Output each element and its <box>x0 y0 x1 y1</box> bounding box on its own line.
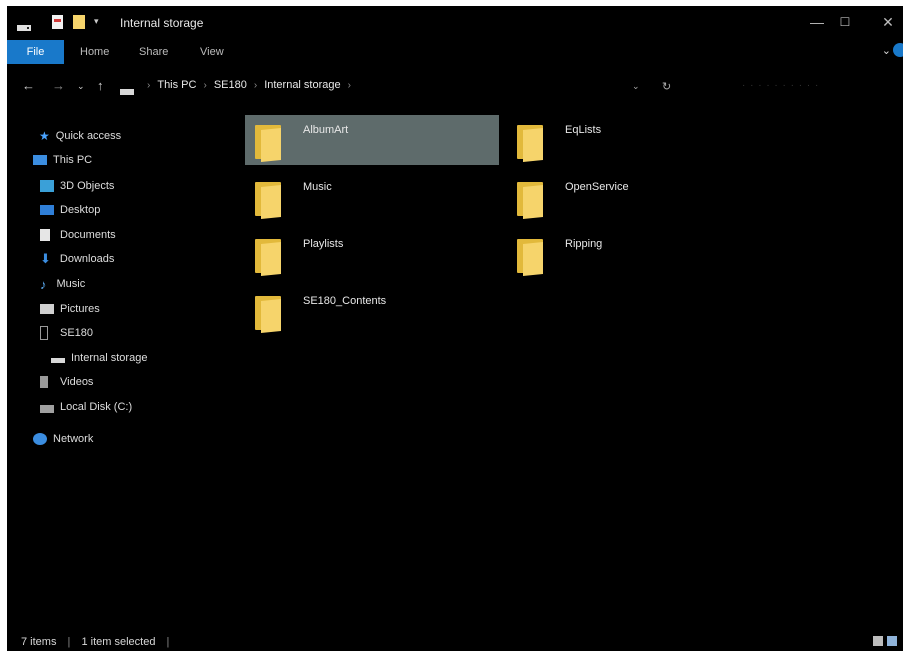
drive-icon[interactable] <box>17 19 31 37</box>
network-icon <box>33 433 47 445</box>
chevron-right-icon[interactable]: › <box>254 80 257 91</box>
title-bar: ▾ Internal storage — ☐ ✕ <box>7 6 903 38</box>
refresh-icon[interactable]: ↻ <box>662 80 671 93</box>
folder-icon <box>517 125 543 163</box>
back-arrow-icon[interactable]: ← <box>22 78 35 93</box>
item-count: 7 items <box>21 636 57 648</box>
sidebar-item-3d-objects[interactable]: 3D Objects <box>40 177 114 195</box>
address-dropdown-icon[interactable]: ⌄ <box>632 81 640 92</box>
sidebar-item-this-pc[interactable]: This PC <box>33 151 92 169</box>
sidebar-item-videos[interactable]: Videos <box>40 373 93 391</box>
local-disk-icon <box>40 404 54 413</box>
sidebar-item-downloads[interactable]: ⬇ Downloads <box>40 250 114 268</box>
sidebar-item-documents[interactable]: Documents <box>40 226 116 244</box>
view-toggle <box>873 636 897 646</box>
star-icon: ★ <box>39 129 50 143</box>
sidebar-item-internal-storage[interactable]: Internal storage <box>51 349 147 367</box>
folder-item[interactable]: Playlists <box>245 229 499 279</box>
tab-home[interactable]: Home <box>80 40 109 64</box>
folder-icon <box>255 125 281 163</box>
videos-icon <box>40 376 48 388</box>
3d-objects-icon <box>40 180 54 192</box>
properties-icon[interactable] <box>52 15 63 34</box>
chevron-right-icon[interactable]: › <box>147 80 150 91</box>
up-arrow-icon[interactable]: ↑ <box>97 78 104 93</box>
folder-icon <box>255 296 281 334</box>
status-bar: 7 items | 1 item selected | <box>21 636 170 648</box>
sidebar-item-pictures[interactable]: Pictures <box>40 300 100 318</box>
folder-item[interactable]: EqLists <box>507 115 761 165</box>
details-view-icon[interactable] <box>873 636 883 646</box>
new-folder-icon[interactable] <box>73 15 85 34</box>
large-icons-view-icon[interactable] <box>887 636 897 646</box>
folder-icon <box>255 239 281 277</box>
chevron-right-icon[interactable]: › <box>203 80 206 91</box>
expand-ribbon-icon[interactable]: ⌄ <box>882 44 891 57</box>
folder-icon <box>517 182 543 220</box>
sidebar-item-desktop[interactable]: Desktop <box>40 201 100 219</box>
recent-locations-icon[interactable]: ⌄ <box>77 81 85 92</box>
tab-view[interactable]: View <box>200 40 224 64</box>
maximize-button[interactable]: ☐ <box>822 6 868 38</box>
chevron-right-icon[interactable]: › <box>348 80 351 91</box>
sidebar-item-local-disk[interactable]: Local Disk (C:) <box>40 398 132 416</box>
explorer-window: ▾ Internal storage — ☐ ✕ File Home Share… <box>7 6 903 651</box>
sidebar-item-quick-access[interactable]: ★ Quick access <box>39 127 121 145</box>
ribbon-tabs: File Home Share View ⌄ <box>7 40 903 64</box>
customize-quick-access-icon[interactable]: ▾ <box>94 16 99 27</box>
search-input[interactable]: · · · · · · · · · · <box>742 80 819 91</box>
this-pc-icon <box>33 155 47 165</box>
window-title: Internal storage <box>120 16 204 30</box>
folder-icon <box>517 239 543 277</box>
forward-arrow-icon[interactable]: → <box>52 78 65 93</box>
folder-item[interactable]: AlbumArt <box>245 115 499 165</box>
folder-item[interactable]: OpenService <box>507 172 761 222</box>
selection-count: 1 item selected <box>81 636 156 648</box>
folder-item[interactable]: Ripping <box>507 229 761 279</box>
music-icon: ♪ <box>40 276 47 292</box>
crumb-internal-storage[interactable]: Internal storage <box>264 79 340 91</box>
sidebar-item-music[interactable]: ♪ Music <box>40 275 85 293</box>
help-icon[interactable] <box>893 43 903 57</box>
desktop-icon <box>40 205 54 215</box>
navigation-bar: ← → ⌄ ↑ › This PC › SE180 › Internal sto… <box>7 72 903 100</box>
close-button[interactable]: ✕ <box>865 6 903 38</box>
drive-icon <box>51 357 65 363</box>
downloads-icon: ⬇ <box>40 251 51 266</box>
pictures-icon <box>40 304 54 314</box>
folder-item[interactable]: SE180_Contents <box>245 286 499 336</box>
tab-share[interactable]: Share <box>139 40 168 64</box>
folder-icon <box>255 182 281 220</box>
sidebar-item-se180[interactable]: SE180 <box>40 324 93 342</box>
sidebar-item-network[interactable]: Network <box>33 430 93 448</box>
crumb-this-pc[interactable]: This PC <box>157 79 196 91</box>
device-icon <box>40 326 48 340</box>
drive-icon <box>120 84 134 99</box>
crumb-se180[interactable]: SE180 <box>214 79 247 91</box>
documents-icon <box>40 229 50 241</box>
tab-file[interactable]: File <box>7 40 64 64</box>
folder-item[interactable]: Music <box>245 172 499 222</box>
breadcrumb[interactable]: › This PC › SE180 › Internal storage › <box>147 79 358 91</box>
